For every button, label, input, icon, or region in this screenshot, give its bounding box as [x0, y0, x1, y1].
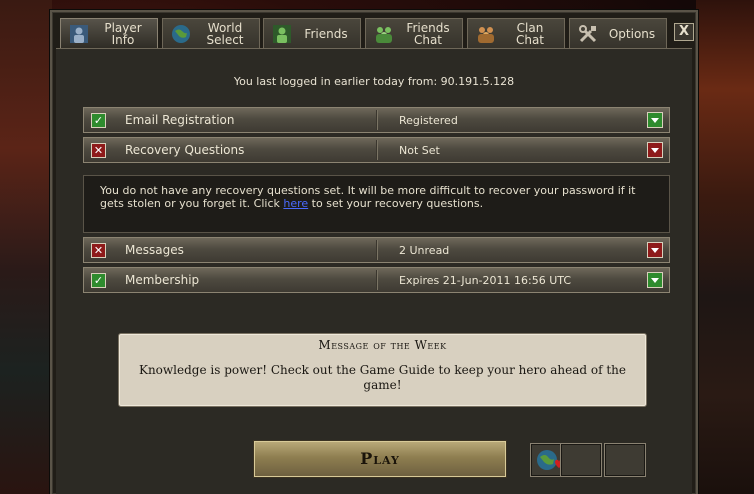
row-membership[interactable]: ✓ Membership Expires 21-Jun-2011 16:56 U…	[83, 267, 670, 293]
check-icon: ✓	[91, 273, 106, 288]
tab-player-info[interactable]: Player Info	[60, 18, 158, 49]
row-value: Registered	[399, 114, 458, 127]
tab-label: Clan Chat	[515, 20, 545, 47]
tab-friends[interactable]: Friends	[263, 18, 361, 48]
friends-chat-icon	[376, 26, 392, 43]
row-messages[interactable]: ✕ Messages 2 Unread	[83, 237, 670, 263]
tab-friends-chat[interactable]: Friends Chat	[365, 18, 463, 48]
chevron-down-icon[interactable]	[647, 112, 663, 128]
recovery-text-end: to set your recovery questions.	[308, 197, 484, 210]
chevron-down-icon[interactable]	[647, 242, 663, 258]
row-value: 2 Unread	[399, 244, 450, 257]
tab-options[interactable]: Options	[569, 18, 667, 48]
tab-bar: Player Info World Select Friends Friends…	[60, 18, 680, 49]
row-label: Recovery Questions	[125, 143, 245, 157]
tab-world-select[interactable]: World Select	[162, 18, 260, 48]
recovery-link[interactable]: here	[283, 197, 308, 210]
cross-icon: ✕	[91, 243, 106, 258]
last-login-text: You last logged in earlier today from: 9…	[233, 75, 515, 88]
row-email-registration[interactable]: ✓ Email Registration Registered	[83, 107, 670, 133]
tab-label: Friends	[304, 26, 348, 41]
row-divider	[376, 110, 377, 130]
quick-slot-empty[interactable]	[604, 443, 646, 477]
tab-label: Friends Chat	[406, 20, 450, 47]
message-of-the-week: Message of the Week Knowledge is power! …	[118, 333, 647, 407]
row-label: Email Registration	[125, 113, 235, 127]
tab-clan-chat[interactable]: Clan Chat	[467, 18, 565, 48]
row-recovery-questions[interactable]: ✕ Recovery Questions Not Set	[83, 137, 670, 163]
row-divider	[376, 140, 377, 160]
cross-icon: ✕	[91, 143, 106, 158]
motw-text: Knowledge is power! Check out the Game G…	[138, 363, 627, 392]
background-right-art	[696, 0, 754, 494]
row-value: Expires 21-Jun-2011 16:56 UTC	[399, 274, 572, 287]
play-button[interactable]: Play	[254, 441, 506, 477]
chevron-down-icon[interactable]	[647, 142, 663, 158]
tab-label: Options	[608, 26, 656, 41]
motw-title: Message of the Week	[318, 338, 447, 352]
clan-chat-icon	[478, 26, 494, 43]
row-label: Membership	[125, 273, 200, 287]
friend-icon	[273, 24, 291, 43]
tools-icon	[579, 24, 597, 42]
globe-icon	[172, 24, 190, 43]
background-left-art	[0, 0, 52, 494]
row-divider	[376, 240, 377, 260]
check-icon: ✓	[91, 113, 106, 128]
quick-slot-empty[interactable]	[560, 443, 602, 477]
recovery-questions-details: You do not have any recovery questions s…	[83, 175, 670, 233]
row-divider	[376, 270, 377, 290]
row-label: Messages	[125, 243, 184, 257]
chevron-down-icon[interactable]	[647, 272, 663, 288]
player-info-content: You last logged in earlier today from: 9…	[56, 48, 692, 494]
account-panel: Player Info World Select Friends Friends…	[50, 10, 698, 494]
close-button[interactable]: X	[674, 23, 694, 41]
row-value: Not Set	[399, 144, 440, 157]
tab-label: World Select	[206, 20, 244, 47]
quick-slots	[530, 443, 650, 477]
player-icon	[70, 25, 88, 43]
tab-label: Player Info	[104, 21, 142, 47]
